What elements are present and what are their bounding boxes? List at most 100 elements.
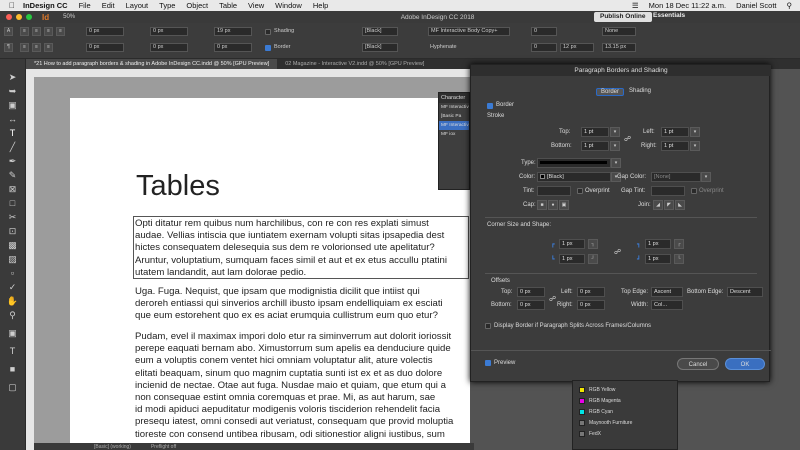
- zoom-level[interactable]: 50%: [63, 14, 75, 20]
- baseline-field[interactable]: 12 px: [560, 43, 594, 52]
- free-transform-tool-icon[interactable]: ⊡: [5, 225, 20, 238]
- search-icon[interactable]: ⚲: [787, 1, 793, 10]
- display-border-splits-checkbox[interactable]: [485, 323, 491, 329]
- swatch-item[interactable]: RGB Cyan: [579, 409, 613, 415]
- border-checkbox[interactable]: [265, 45, 271, 51]
- top-weight-field[interactable]: 1 pt: [581, 127, 609, 137]
- color-select[interactable]: [Black]: [537, 172, 611, 182]
- swatch-group[interactable]: Maynooth Furniture: [579, 420, 632, 426]
- note-tool-icon[interactable]: ▫: [5, 267, 20, 280]
- minimize-window-icon[interactable]: [16, 14, 22, 20]
- swatch-item[interactable]: RGB Magenta: [579, 398, 621, 404]
- tab-shading[interactable]: Shading: [629, 88, 651, 94]
- menu-edit[interactable]: Edit: [102, 1, 115, 10]
- round-join-icon[interactable]: ◤: [664, 200, 674, 210]
- projecting-cap-icon[interactable]: ▣: [559, 200, 569, 210]
- shading-color-field[interactable]: [Black]: [362, 27, 398, 36]
- corner-top-left-shape[interactable]: ┐: [588, 239, 598, 249]
- eyedropper-tool-icon[interactable]: ✓: [5, 281, 20, 294]
- corner-bottom-left-field[interactable]: 1 px: [559, 254, 585, 264]
- menu-view[interactable]: View: [248, 1, 264, 10]
- gap-overprint-checkbox[interactable]: [691, 188, 697, 194]
- tint-field[interactable]: [537, 186, 571, 196]
- wifi-icon[interactable]: ☰: [632, 1, 639, 10]
- rectangle-tool-icon[interactable]: □: [5, 197, 20, 210]
- style-item-selected[interactable]: MF Interactive Bo: [439, 121, 469, 130]
- link-corners-icon[interactable]: ☍: [614, 248, 621, 256]
- workspace-switcher[interactable]: Essentials: [653, 12, 685, 19]
- paragraph-style-select[interactable]: MF Interactive Body Copy+: [428, 27, 510, 36]
- zoom-tool-icon[interactable]: ⚲: [5, 309, 20, 322]
- top-weight-dropdown[interactable]: ▾: [610, 127, 620, 137]
- align-away-spine-icon[interactable]: ≡: [44, 43, 53, 52]
- pen-tool-icon[interactable]: ✒: [5, 155, 20, 168]
- border-enable-checkbox[interactable]: [487, 103, 493, 109]
- tab-document-1[interactable]: *21 How to add paragraph borders & shadi…: [26, 59, 278, 69]
- style-item[interactable]: [Basic Pa: [439, 112, 469, 121]
- close-window-icon[interactable]: [6, 14, 12, 20]
- align-left-icon[interactable]: ≡: [20, 27, 29, 36]
- formatting-affects-text-icon[interactable]: T: [5, 345, 20, 358]
- menu-type[interactable]: Type: [159, 1, 175, 10]
- width-select[interactable]: Col...: [651, 300, 683, 310]
- hand-tool-icon[interactable]: ✋: [5, 295, 20, 308]
- corner-top-left-field[interactable]: 1 px: [559, 239, 585, 249]
- fill-stroke-icon[interactable]: ▣: [5, 327, 20, 340]
- gap-tool-icon[interactable]: ↔: [5, 113, 20, 126]
- menu-file[interactable]: File: [79, 1, 91, 10]
- bottom-weight-dropdown[interactable]: ▾: [610, 141, 620, 151]
- rectangle-frame-tool-icon[interactable]: ⊠: [5, 183, 20, 196]
- space-after-field[interactable]: 0 px: [214, 43, 252, 52]
- offset-right-field[interactable]: 0 px: [577, 300, 605, 310]
- space-before-field[interactable]: 19 px: [214, 27, 252, 36]
- style-item[interactable]: MF Interactive: [439, 103, 469, 112]
- corner-top-right-field[interactable]: 1 px: [645, 239, 671, 249]
- menu-object[interactable]: Object: [186, 1, 208, 10]
- preview-checkbox[interactable]: [485, 360, 491, 366]
- butt-cap-icon[interactable]: ■: [537, 200, 547, 210]
- first-line-indent-field[interactable]: 0 px: [86, 43, 124, 52]
- right-weight-field[interactable]: 1 pt: [661, 141, 689, 151]
- leading-field[interactable]: 13.15 px: [602, 43, 636, 52]
- apple-icon[interactable]: : [9, 1, 15, 10]
- menu-app[interactable]: InDesign CC: [23, 1, 68, 10]
- paragraph-mode-icon[interactable]: ¶: [4, 43, 13, 52]
- align-towards-spine-icon[interactable]: ≡: [32, 43, 41, 52]
- swatch-group[interactable]: FedX: [579, 431, 601, 437]
- gradient-feather-tool-icon[interactable]: ▨: [5, 253, 20, 266]
- swatch-item[interactable]: RGB Yellow: [579, 387, 615, 393]
- corner-bottom-right-field[interactable]: 1 px: [645, 254, 671, 264]
- offset-left-field[interactable]: 0 px: [577, 287, 605, 297]
- clock[interactable]: Mon 18 Dec 11:22 a.m.: [649, 1, 726, 10]
- last-line-indent-field[interactable]: 0 px: [150, 43, 188, 52]
- link-offsets-icon[interactable]: ☍: [549, 295, 556, 303]
- top-edge-select[interactable]: Ascent: [651, 287, 683, 297]
- bevel-join-icon[interactable]: ◣: [675, 200, 685, 210]
- bottom-weight-field[interactable]: 1 pt: [581, 141, 609, 151]
- publish-online-button[interactable]: Publish Online: [594, 12, 652, 22]
- menu-table[interactable]: Table: [219, 1, 237, 10]
- left-weight-dropdown[interactable]: ▾: [690, 127, 700, 137]
- cancel-button[interactable]: Cancel: [677, 358, 719, 370]
- left-weight-field[interactable]: 1 pt: [661, 127, 689, 137]
- align-right-icon[interactable]: ≡: [44, 27, 53, 36]
- gap-color-select[interactable]: [None]: [651, 172, 701, 182]
- user-name[interactable]: Daniel Scott: [736, 1, 776, 10]
- shading-checkbox[interactable]: [265, 29, 271, 35]
- gradient-tool-icon[interactable]: ▩: [5, 239, 20, 252]
- stroke-type-dropdown[interactable]: ▾: [611, 158, 621, 168]
- corner-bottom-left-shape[interactable]: ┘: [588, 254, 598, 264]
- justify-all-icon[interactable]: ≡: [20, 43, 29, 52]
- apply-color-icon[interactable]: ■: [5, 363, 20, 376]
- justify-icon[interactable]: ≡: [56, 27, 65, 36]
- offset-bottom-field[interactable]: 0 px: [517, 300, 545, 310]
- menu-layout[interactable]: Layout: [126, 1, 149, 10]
- style-item[interactable]: MF iox: [439, 130, 469, 139]
- scissors-tool-icon[interactable]: ✂: [5, 211, 20, 224]
- drop-cap-chars-field[interactable]: 0: [531, 43, 557, 52]
- character-mode-icon[interactable]: A: [4, 27, 13, 36]
- ok-button[interactable]: OK: [725, 358, 765, 370]
- menu-help[interactable]: Help: [313, 1, 328, 10]
- menu-window[interactable]: Window: [275, 1, 302, 10]
- screen-mode-icon[interactable]: ▢: [5, 381, 20, 394]
